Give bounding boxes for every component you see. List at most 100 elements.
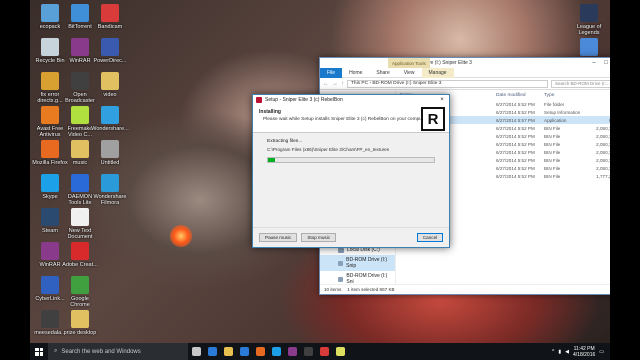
app-icon [71, 140, 89, 158]
address-row: ← → ↑ This PC › BD-ROM Drive (I:) Sniper… [320, 78, 624, 90]
app-icon [101, 38, 119, 56]
rebelbon-logo-icon: R [421, 107, 445, 131]
firefox-icon[interactable] [252, 343, 268, 360]
forward-arrow-icon[interactable]: → [332, 81, 338, 87]
setup-main: Extracting files... C:\Program Files (x8… [253, 133, 449, 167]
store-icon[interactable] [236, 343, 252, 360]
file-explorer-icon[interactable] [220, 343, 236, 360]
desktop-icon[interactable]: Adobe Creat... [61, 242, 99, 268]
task-view-icon[interactable] [188, 343, 204, 360]
app-icon [71, 38, 89, 56]
desktop-icon[interactable] [570, 38, 608, 58]
desktop-icon[interactable]: Wondershare Filmora [91, 174, 129, 206]
file-type: BIN File [544, 133, 561, 139]
app-icon [101, 174, 119, 192]
file-type: Setup Information [544, 109, 581, 115]
app-icon [101, 140, 119, 158]
nav-item[interactable]: BD-ROM Drive (I:) Snip [320, 255, 395, 271]
desktop-icon-label: League of Legends [576, 24, 602, 36]
desktop-icon[interactable]: Bandicam [91, 4, 129, 30]
app-icon [41, 310, 59, 328]
taskbar-search-placeholder: Search the web and Windows [61, 348, 141, 355]
desktop-icon[interactable]: League of Legends [570, 4, 608, 36]
bandicam-icon[interactable] [316, 343, 332, 360]
skype-icon[interactable] [268, 343, 284, 360]
video-icon[interactable] [300, 343, 316, 360]
winrar-icon[interactable] [284, 343, 300, 360]
drive-icon [338, 276, 344, 282]
stop-music-button[interactable]: Stop music [301, 233, 337, 242]
taskbar-search-box[interactable]: ⌕ Search the web and Windows [48, 343, 188, 360]
app-icon [580, 4, 598, 22]
app-icon [41, 208, 59, 226]
volume-icon[interactable]: ◀ [565, 349, 569, 355]
minimize-button[interactable]: – [588, 60, 600, 66]
app-icon [101, 72, 119, 90]
app-icon [71, 106, 89, 124]
desktop-icon[interactable]: Google Chrome [61, 276, 99, 308]
setup-heading: Installing [259, 109, 281, 115]
desktop-icon[interactable]: Untitled [91, 140, 129, 166]
explorer-titlebar[interactable]: Application Tools BD-ROM Drive (I:) Snip… [320, 58, 624, 68]
tab-view[interactable]: View [397, 70, 422, 76]
setup-titlebar[interactable]: Setup - Sniper Elite 3 (c) RebelBon × [253, 95, 449, 105]
setup-header: Installing Please wait while Setup insta… [253, 105, 449, 133]
letterbox-left [0, 0, 30, 360]
application-tools-label: Application Tools [388, 58, 430, 68]
edge-icon[interactable] [204, 343, 220, 360]
address-bar[interactable]: This PC › BD-ROM Drive (I:) Sniper Elite… [347, 79, 548, 88]
pause-music-button[interactable]: Pause music [259, 233, 298, 242]
setup-app-icon [256, 97, 262, 103]
up-arrow-icon[interactable]: ↑ [341, 81, 344, 87]
app-icon [41, 72, 59, 90]
nav-item-label: BD-ROM Drive (I:) Snip [346, 257, 387, 269]
tab-share[interactable]: Share [369, 70, 396, 76]
file-date: 6/27/2014 5:57 PM [496, 117, 535, 123]
back-arrow-icon[interactable]: ← [323, 81, 329, 87]
clock[interactable]: 11:42 PM 4/18/2016 [573, 346, 595, 358]
explorer-status-bar: 10 items 1 item selected 867 KB [320, 284, 624, 294]
app-icon [41, 276, 59, 294]
app-icon [41, 242, 59, 260]
wallpaper-glow [170, 225, 192, 247]
desktop-icon-label: Google Chrome [70, 296, 90, 308]
screen: ecopack BitTorrent Bandicam Recycle Bin WinR… [0, 0, 640, 360]
letterbox-right [610, 0, 640, 360]
cancel-button[interactable]: Cancel [417, 233, 443, 242]
app-icon [41, 174, 59, 192]
desktop-icon[interactable]: prize desktop [61, 310, 99, 336]
tab-manage[interactable]: Manage [421, 67, 454, 78]
file-type: Application [544, 117, 567, 123]
file-type: BIN File [544, 141, 561, 147]
desktop-icon[interactable]: New Text Document [61, 208, 99, 240]
file-type: BIN File [544, 149, 561, 155]
desktop-icon[interactable]: video [91, 72, 129, 98]
desktop-icon[interactable]: Wondershare... [91, 106, 129, 132]
app-icon [71, 242, 89, 260]
column-date[interactable]: Date modified [496, 93, 544, 98]
app-icon [101, 4, 119, 22]
notifications-icon[interactable]: ▭ [599, 349, 604, 355]
desktop-icon[interactable]: PowerDirec... [91, 38, 129, 64]
setup-close-button[interactable]: × [435, 97, 449, 103]
app-icon [71, 4, 89, 22]
network-icon[interactable]: ▮ [558, 349, 561, 355]
file-date: 6/27/2014 5:52 PM [496, 173, 535, 179]
setup-status-text: Extracting files... [267, 139, 303, 144]
column-type[interactable]: Type [544, 93, 594, 98]
setup-subheading: Please wait while Setup installs Sniper … [263, 117, 429, 122]
setup-icon[interactable] [332, 343, 348, 360]
tab-home[interactable]: Home [342, 70, 369, 76]
app-icon [41, 106, 59, 124]
app-icon [41, 38, 59, 56]
file-type: BIN File [544, 165, 561, 171]
desktop: ecopack BitTorrent Bandicam Recycle Bin WinR… [30, 0, 625, 343]
file-date: 6/27/2014 5:52 PM [496, 157, 535, 163]
desktop-icon-label: New Text Document [67, 228, 93, 240]
setup-title: Setup - Sniper Elite 3 (c) RebelBon [265, 97, 343, 103]
file-type: BIN File [544, 125, 561, 131]
tab-file[interactable]: File [320, 67, 343, 78]
file-date: 6/27/2014 5:52 PM [496, 101, 535, 107]
tray-arrow-icon[interactable]: ^ [552, 349, 554, 355]
start-button[interactable] [30, 343, 48, 360]
